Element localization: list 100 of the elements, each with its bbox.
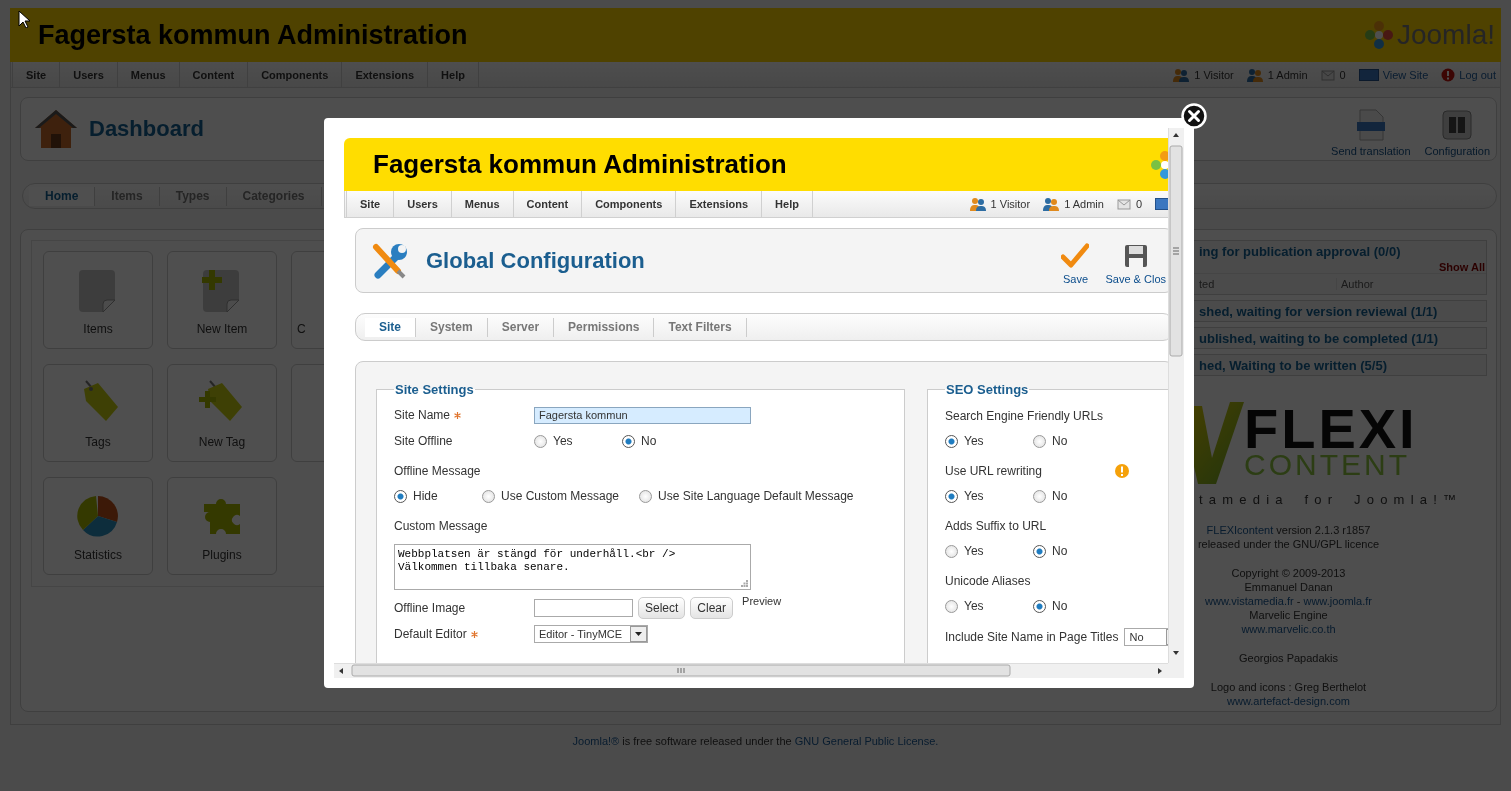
radio-button[interactable] [639,489,653,503]
page-title: Dashboard [89,116,204,142]
menu-item[interactable]: Extensions [676,191,763,217]
radio-button[interactable] [945,599,958,613]
radio-button[interactable] [1033,489,1046,503]
shortcut-button[interactable]: Plugins [167,477,277,575]
radio-option[interactable]: No [622,434,710,448]
users-icon [1043,197,1061,211]
credit-line: Marvelic Engine [1248,608,1329,622]
text-field[interactable]: Fagersta kommun [534,406,751,424]
menu-item[interactable]: Help [428,62,479,87]
tab[interactable]: Site [365,317,416,337]
field-label: Default Editor [394,627,467,641]
logo-tagline: tamedia for Joomla!™ [1198,492,1464,507]
shortcut-button[interactable]: Tags [43,364,153,462]
menu-item[interactable]: Menus [451,191,514,217]
shortcut-button[interactable]: Statistics [43,477,153,575]
radio-button[interactable] [945,489,958,503]
tab[interactable]: Server [487,317,555,337]
message-textarea[interactable]: Webbplatsen är stängd för underhåll.<br /> Välkommen tillbaka senare. [394,544,751,590]
field-label: Use URL rewriting [945,464,1042,478]
visitor-count: 1 Visitor [990,198,1031,210]
radio-button[interactable] [1033,599,1046,613]
radio-option[interactable]: No [1033,544,1121,558]
message-count: 0 [1135,198,1142,210]
resize-grip-icon [741,580,748,587]
tab[interactable]: Text Filters [654,317,747,337]
admin-count: 1 Admin [1064,198,1104,210]
credit-line: Logo and icons : Greg Berthelot [1209,680,1368,694]
radio-option[interactable]: Use Custom Message [482,489,640,503]
radio-option[interactable]: Use Site Language Default Message [639,489,874,503]
menu-item[interactable]: Components [248,62,343,87]
menu-item[interactable]: Components [582,191,677,217]
preview-label: Preview [742,595,782,607]
toolbar-button[interactable]: Send translation [1331,109,1411,157]
radio-option[interactable]: No [1033,599,1121,613]
site-title: Fagersta kommun Administration [373,149,787,180]
field-label: Offline Message [394,464,481,478]
field-button[interactable]: Select [638,597,686,619]
radio-option[interactable]: No [1033,489,1121,503]
menu-item[interactable]: Site [346,191,395,217]
house-icon [33,108,79,150]
radio-option[interactable]: Yes [945,544,1033,558]
credit-link[interactable]: www.vistamedia.fr [1205,595,1294,607]
show-all-link[interactable]: Show All [1438,261,1485,273]
credit-line: Emmanuel Danan [1243,580,1334,594]
image-path-field[interactable] [534,599,633,617]
menu-item[interactable]: Content [179,62,249,87]
radio-option[interactable]: Yes [945,599,1033,613]
nav-tab[interactable]: Home [29,186,96,206]
menu-item[interactable]: Menus [117,62,180,87]
dropdown-field[interactable]: No [1124,628,1168,646]
radio-button[interactable] [482,489,495,503]
radio-option[interactable]: Hide [394,489,482,503]
site-title: Fagersta kommun Administration [38,19,468,51]
menu-item[interactable]: Help [762,191,813,217]
close-button[interactable] [1181,103,1207,129]
radio-button[interactable] [394,489,407,503]
credit-line: released under the GNU/GPL licence [1196,537,1381,551]
radio-button[interactable] [1033,544,1046,558]
dropdown-field[interactable]: Editor - TinyMCE [534,625,648,643]
floppy-icon [1122,242,1149,269]
field-label: Custom Message [394,519,488,533]
field-label: Site Name [394,408,451,422]
shortcut-button[interactable]: Items [43,251,153,349]
logo-word: FLEXI [1244,406,1418,452]
credit-link[interactable]: FLEXIcontent [1206,524,1274,536]
radio-button[interactable] [622,434,635,448]
panel-icon [1442,109,1473,141]
menu-item[interactable]: Extensions [342,62,429,87]
users-icon [1246,67,1264,82]
menu-item[interactable]: Users [394,191,452,217]
radio-button[interactable] [945,434,958,448]
shortcut-button[interactable]: New Tag [167,364,277,462]
group-legend: SEO Settings [945,382,1030,397]
radio-option[interactable]: Yes [534,434,622,448]
toolbar-button[interactable]: Configuration [1424,109,1490,157]
shortcut-button[interactable]: New Item [167,251,277,349]
page-title: Global Configuration [426,247,645,274]
caret-icon [630,626,647,642]
cursor-icon [18,10,30,28]
radio-button[interactable] [534,434,547,448]
menu-item[interactable]: Site [12,62,61,87]
field-label: Search Engine Friendly URLs [945,409,1104,423]
tab[interactable]: System [416,317,488,337]
credit-link[interactable]: www.joomla.fr [1303,595,1372,607]
credit-link[interactable]: www.artefact-design.com [1227,695,1350,707]
radio-button[interactable] [945,544,958,558]
radio-option[interactable]: Yes [945,489,1033,503]
radio-button[interactable] [1033,434,1046,448]
users-icon [969,197,987,211]
credit-link[interactable]: www.marvelic.co.th [1241,623,1336,635]
radio-option[interactable]: No [1033,434,1121,448]
menu-item[interactable]: Users [60,62,118,87]
radio-option[interactable]: Yes [945,434,1033,448]
tab[interactable]: Permissions [554,317,655,337]
envelope-icon [1116,198,1132,210]
field-button[interactable]: Clear [690,597,734,619]
field-label: Offline Image [394,601,466,615]
menu-item[interactable]: Content [513,191,583,217]
